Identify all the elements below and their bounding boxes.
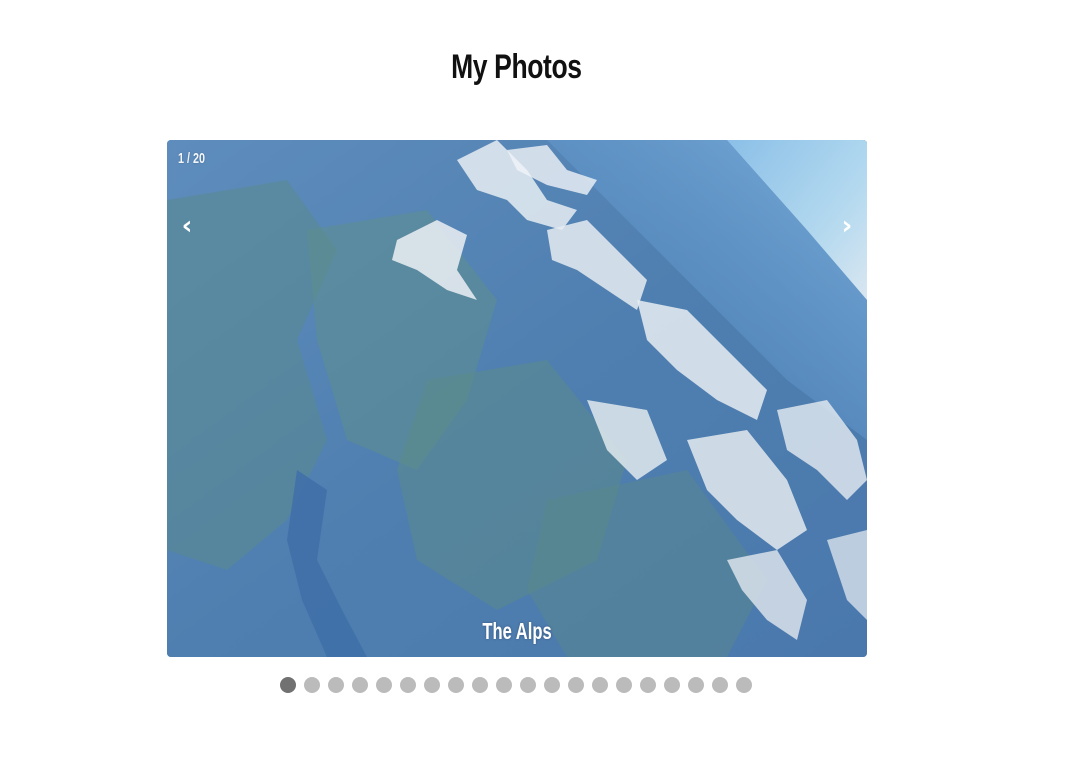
slide-dot[interactable] — [592, 677, 608, 693]
slide-dot[interactable] — [472, 677, 488, 693]
page-title: My Photos — [451, 48, 582, 86]
slide-dot[interactable] — [304, 677, 320, 693]
page: My Photos 1 / 20 ‹ › The Alps — [0, 0, 1073, 759]
slide-dot[interactable] — [280, 677, 296, 693]
slideshow: 1 / 20 ‹ › The Alps — [167, 140, 867, 657]
slide-dot[interactable] — [448, 677, 464, 693]
slide-dot[interactable] — [664, 677, 680, 693]
slide-dot[interactable] — [712, 677, 728, 693]
slide-dot[interactable] — [376, 677, 392, 693]
slide-caption: The Alps — [482, 618, 552, 644]
prev-slide-button[interactable]: ‹ — [169, 208, 205, 244]
slide-dot[interactable] — [328, 677, 344, 693]
slide-counter: 1 / 20 — [178, 150, 206, 167]
slide-dot[interactable] — [400, 677, 416, 693]
slide-dot[interactable] — [688, 677, 704, 693]
slide-dot[interactable] — [424, 677, 440, 693]
slide-dot[interactable] — [496, 677, 512, 693]
slide-indicators — [280, 677, 760, 693]
slide-dot[interactable] — [616, 677, 632, 693]
slide-dot[interactable] — [568, 677, 584, 693]
slide-dot[interactable] — [736, 677, 752, 693]
slide-dot[interactable] — [544, 677, 560, 693]
slide-dot[interactable] — [352, 677, 368, 693]
next-slide-button[interactable]: › — [829, 208, 865, 244]
slide-dot[interactable] — [640, 677, 656, 693]
slide-dot[interactable] — [520, 677, 536, 693]
slide-image — [167, 140, 867, 657]
